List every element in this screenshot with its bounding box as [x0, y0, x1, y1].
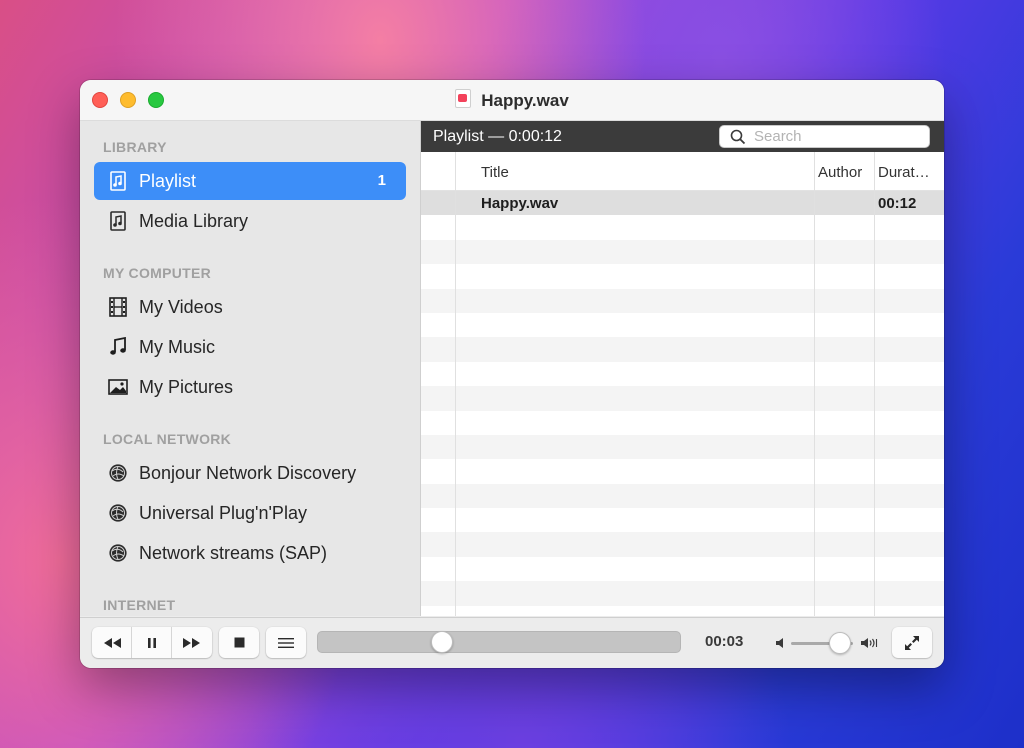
- empty-row: [421, 483, 944, 509]
- window-title: Happy.wav: [80, 89, 944, 111]
- column-author[interactable]: Author: [818, 164, 862, 181]
- picture-icon: [108, 379, 128, 395]
- volume-slider-knob[interactable]: [829, 632, 852, 654]
- sidebar-item-my-music[interactable]: My Music: [94, 328, 406, 366]
- playlist-toggle-icon: [278, 637, 294, 648]
- playlist-toggle-button[interactable]: [266, 627, 306, 658]
- playlist-panel: Playlist — 0:00:12 Title Author Durat… H…: [421, 121, 944, 616]
- empty-row: [421, 337, 944, 362]
- search-input[interactable]: [754, 128, 924, 145]
- row-title: Happy.wav: [481, 195, 559, 212]
- fast-forward-button[interactable]: [172, 627, 212, 658]
- pause-icon: [147, 637, 156, 648]
- section-heading-my-computer: MY COMPUTER: [103, 265, 212, 281]
- empty-row: [421, 386, 944, 411]
- section-heading-internet: INTERNET: [103, 597, 176, 613]
- rewind-button[interactable]: [92, 627, 132, 658]
- playlist-column-header: Title Author Durat…: [421, 152, 944, 191]
- playlist-header-bar: Playlist — 0:00:12: [421, 121, 944, 152]
- empty-row: [421, 215, 944, 239]
- empty-row: [421, 239, 944, 265]
- volume-low-icon[interactable]: [775, 636, 789, 650]
- search-field[interactable]: [719, 125, 930, 148]
- title-bar[interactable]: Happy.wav: [80, 80, 944, 121]
- sidebar-item-label: Network streams (SAP): [139, 543, 328, 563]
- section-heading-local-network: LOCAL NETWORK: [103, 431, 232, 447]
- vlc-window: Happy.wav LIBRARY Playlist 1 Media Libra…: [80, 80, 944, 668]
- stop-button[interactable]: [219, 627, 259, 658]
- sidebar-item-label: Media Library: [139, 211, 249, 231]
- column-title[interactable]: Title: [481, 164, 509, 181]
- playlist-duration-title: Playlist — 0:00:12: [433, 128, 562, 145]
- playback-controls-bar: 00:03: [80, 617, 944, 668]
- seek-knob[interactable]: [431, 631, 454, 653]
- sidebar-item-bonjour[interactable]: Bonjour Network Discovery: [94, 454, 406, 492]
- sidebar-item-label: Universal Plug'n'Play: [139, 503, 307, 523]
- fast-forward-icon: [183, 637, 200, 648]
- empty-row: [421, 532, 944, 557]
- empty-row: [421, 459, 944, 483]
- window-title-text: Happy.wav: [481, 91, 569, 110]
- playlist-table: Happy.wav 00:12: [421, 191, 944, 616]
- sidebar-item-label: My Pictures: [139, 377, 234, 397]
- column-duration[interactable]: Durat…: [878, 164, 930, 181]
- stop-icon: [234, 637, 244, 648]
- empty-row: [421, 411, 944, 435]
- rewind-icon: [103, 637, 121, 648]
- transport-button-group: [92, 627, 212, 658]
- empty-row: [421, 557, 944, 581]
- fullscreen-button-group: [892, 627, 932, 658]
- sidebar-item-upnp[interactable]: Universal Plug'n'Play: [94, 494, 406, 532]
- sidebar-item-playlist[interactable]: Playlist 1: [94, 162, 406, 200]
- sidebar-item-network-streams[interactable]: Network streams (SAP): [94, 534, 406, 572]
- empty-row: [421, 288, 944, 313]
- film-icon: [109, 297, 127, 317]
- column-divider: [455, 152, 456, 616]
- network-globe-icon: [109, 544, 127, 562]
- empty-row: [421, 606, 944, 616]
- playlist-toggle-group: [266, 627, 306, 658]
- sidebar-item-media-library[interactable]: Media Library: [94, 202, 406, 240]
- playlist-icon: [110, 171, 126, 191]
- network-globe-icon: [109, 504, 127, 522]
- media-library-icon: [110, 211, 126, 231]
- empty-row: [421, 434, 944, 460]
- empty-row: [421, 264, 944, 288]
- search-icon: [730, 129, 746, 145]
- column-divider: [874, 152, 875, 616]
- sidebar-item-my-pictures[interactable]: My Pictures: [94, 368, 406, 406]
- empty-row: [421, 581, 944, 606]
- music-note-icon: [110, 337, 126, 355]
- section-heading-library: LIBRARY: [103, 139, 167, 155]
- sidebar-item-label: My Music: [139, 337, 215, 357]
- fullscreen-button[interactable]: [892, 627, 932, 658]
- sidebar: LIBRARY Playlist 1 Media Library MY COMP…: [80, 121, 421, 616]
- empty-row: [421, 362, 944, 386]
- seek-bar[interactable]: [317, 631, 681, 653]
- empty-row: [421, 313, 944, 337]
- elapsed-time: 00:03: [705, 633, 744, 650]
- network-globe-icon: [109, 464, 127, 482]
- volume-high-icon[interactable]: [860, 636, 878, 650]
- audio-file-icon: [455, 89, 472, 108]
- column-divider: [814, 152, 815, 616]
- pause-button[interactable]: [132, 627, 172, 658]
- sidebar-item-label: My Videos: [139, 297, 223, 317]
- sidebar-item-label: Playlist: [139, 171, 197, 191]
- stop-button-group: [219, 627, 259, 658]
- table-row[interactable]: Happy.wav 00:12: [421, 191, 944, 216]
- playlist-count-badge: 1: [377, 172, 386, 189]
- sidebar-item-label: Bonjour Network Discovery: [139, 463, 357, 483]
- empty-row: [421, 508, 944, 532]
- row-duration: 00:12: [878, 195, 917, 212]
- sidebar-item-my-videos[interactable]: My Videos: [94, 288, 406, 326]
- fullscreen-icon: [905, 635, 919, 650]
